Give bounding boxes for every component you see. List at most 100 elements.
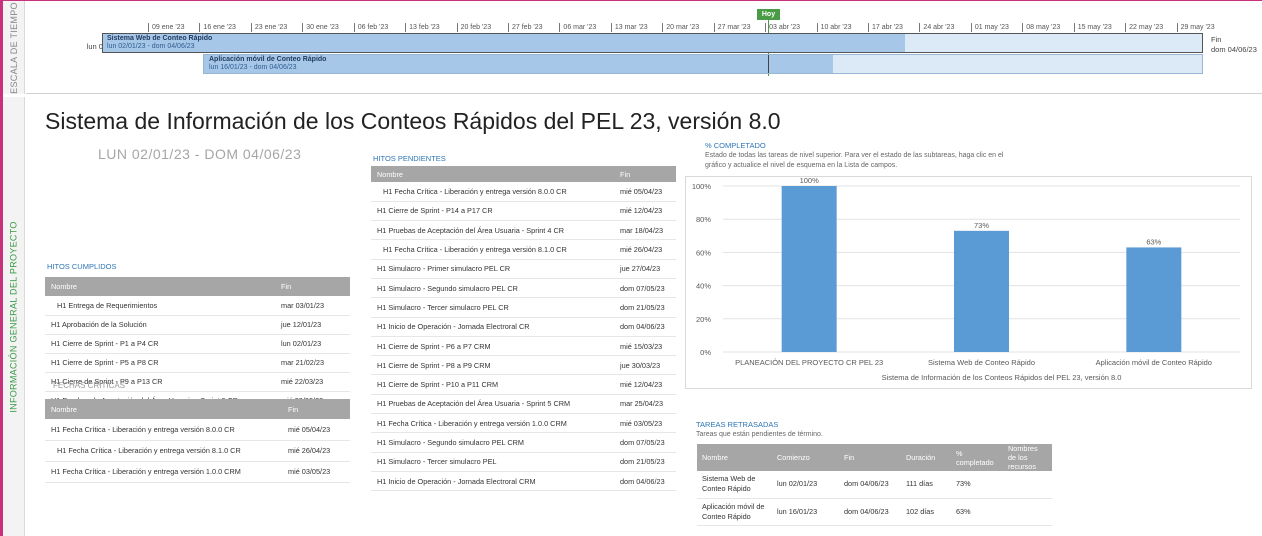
late-cell: 102 días — [901, 498, 951, 526]
today-marker: Hoy — [757, 9, 780, 20]
timeline-tick: 13 feb '23 — [405, 23, 440, 32]
pending-row[interactable]: H1 Pruebas de Aceptación del Área Usuari… — [371, 394, 676, 415]
pending-cell: H1 Simulacro - Tercer simulacro PEL — [371, 452, 614, 472]
late-cell: Sistema Web de Conteo Rápido — [697, 471, 772, 499]
timeline-end-date: dom 04/06/23 — [1211, 45, 1257, 54]
timeline-tick: 29 may '23 — [1176, 23, 1215, 32]
timeline-end: Fin dom 04/06/23 — [1211, 35, 1257, 55]
pending-row[interactable]: H1 Cierre de Sprint - P10 a P11 CRM mié 1… — [371, 374, 676, 395]
pending-cell: mar 25/04/23 — [614, 394, 676, 415]
completed-cell: mar 21/02/23 — [275, 353, 350, 373]
percent-chart[interactable]: 0% 20% 40% 60% 80% 100% 100% PLANEACIÓN DEL PRO… — [685, 176, 1252, 389]
chart-data-label: 100% — [800, 176, 820, 185]
pending-cell: H1 Inicio de Operación - Jornada Electro… — [371, 317, 614, 337]
pending-row[interactable]: H1 Inicio de Operación - Jornada Electro… — [371, 471, 676, 492]
late-desc: Tareas que están pendientes de término. — [696, 431, 823, 438]
percent-desc-2: gráfico y actualice el nivel de esquema … — [705, 162, 898, 169]
completed-table[interactable]: Nombre Fin H1 Entrega de Requerimientos m… — [45, 277, 350, 411]
pending-row[interactable]: H1 Simulacro - Segundo simulacro PEL CR d… — [371, 278, 676, 299]
timeline-tick: 06 feb '23 — [353, 23, 388, 32]
pending-table[interactable]: Nombre Fin H1 Fecha Crítica - Liberación… — [371, 166, 676, 492]
pending-cell: dom 07/05/23 — [614, 432, 676, 453]
timeline-tick: 20 mar '23 — [662, 23, 699, 32]
timeline-tick: 30 ene '23 — [302, 23, 339, 32]
late-col-end: Fin — [839, 444, 901, 471]
late-cell — [1003, 498, 1052, 526]
late-table[interactable]: Nombre Comienzo Fin Duración % completad… — [697, 444, 1052, 526]
completed-row[interactable]: H1 Aprobación de la Solución jue 12/01/23 — [45, 315, 350, 335]
timeline-tick: 09 ene '23 — [148, 23, 184, 32]
critical-col-end: Fin — [282, 399, 350, 419]
completed-row[interactable]: H1 Cierre de Sprint - P5 a P8 CR mar 21/0… — [45, 353, 350, 373]
chart-y-tick-label: 20% — [696, 315, 711, 324]
late-cell: lun 02/01/23 — [772, 471, 839, 499]
pending-col-end: Fin — [614, 166, 676, 182]
overview-side-label: INFORMACIÓN GENERAL DEL PROYECTO — [3, 97, 25, 536]
chart-bar — [781, 186, 837, 352]
completed-col-end: Fin — [275, 277, 350, 296]
timeline-tick: 27 feb '23 — [508, 23, 543, 32]
late-header-row: Nombre Comienzo Fin Duración % completad… — [697, 444, 1052, 471]
timeline-bar-web-title: Sistema Web de Conteo Rápido — [107, 35, 213, 42]
pending-row[interactable]: H1 Simulacro - Tercer simulacro PEL dom 2… — [371, 452, 676, 472]
pending-cell: H1 Simulacro - Segundo simulacro PEL CR — [371, 278, 614, 299]
pending-cell: H1 Pruebas de Aceptación del Área Usuari… — [371, 220, 614, 241]
timeline-tick: 15 may '23 — [1073, 23, 1112, 32]
timeline-bar-web[interactable]: Sistema Web de Conteo Rápido lun 02/01/2… — [102, 33, 1203, 53]
critical-label: FECHAS CRÍTICAS — [53, 381, 126, 390]
completed-cell: mar 03/01/23 — [275, 296, 350, 316]
chart-y-tick-label: 60% — [696, 248, 711, 257]
critical-header-row: Nombre Fin — [45, 399, 350, 419]
critical-table[interactable]: Nombre Fin H1 Fecha Crítica - Liberación… — [45, 399, 350, 483]
late-cell: dom 04/06/23 — [839, 498, 901, 526]
pending-row[interactable]: H1 Fecha Crítica - Liberación y entrega … — [371, 182, 676, 202]
completed-label: HITOS CUMPLIDOS — [47, 262, 117, 271]
chart-y-tick-label: 80% — [696, 215, 711, 224]
timeline[interactable]: Hoy 09 ene '23 16 ene '23 23 ene '23 30 ene… — [26, 1, 1262, 94]
pending-cell: dom 04/06/23 — [614, 317, 676, 337]
timeline-bar-web-progress — [103, 34, 906, 52]
timeline-bar-web-text: Sistema Web de Conteo Rápido lun 02/01/2… — [107, 35, 212, 51]
late-cell: Aplicación móvil de Conteo Rápido — [697, 498, 772, 526]
pending-cell: H1 Cierre de Sprint - P6 a P7 CRM — [371, 336, 614, 357]
critical-row[interactable]: H1 Fecha Crítica - Liberación y entrega … — [45, 419, 350, 441]
timeline-bar-mobile[interactable]: Aplicación móvil de Conteo Rápido lun 16… — [203, 54, 1203, 74]
critical-row[interactable]: H1 Fecha Crítica - Liberación y entrega … — [45, 461, 350, 483]
pending-cell: dom 04/06/23 — [614, 471, 676, 492]
completed-cell: H1 Cierre de Sprint - P5 a P8 CR — [45, 353, 275, 373]
chart-x-axis-label: Sistema de Información de los Conteos Rá… — [882, 373, 1122, 382]
pending-cell: mié 05/04/23 — [614, 182, 676, 202]
critical-row[interactable]: H1 Fecha Crítica - Liberación y entrega … — [45, 440, 350, 462]
pending-cell: mié 15/03/23 — [614, 336, 676, 357]
pending-row[interactable]: H1 Cierre de Sprint - P14 a P17 CR mié 12… — [371, 201, 676, 222]
late-row[interactable]: Aplicación móvil de Conteo Rápido lun 16/… — [697, 498, 1052, 526]
pending-cell: H1 Inicio de Operación - Jornada Electro… — [371, 471, 614, 492]
pending-cell: H1 Cierre de Sprint - P8 a P9 CRM — [371, 355, 614, 376]
pending-cell: H1 Simulacro - Tercer simulacro PEL CR — [371, 297, 614, 318]
chart-data-label: 63% — [1146, 237, 1161, 246]
critical-cell: mié 26/04/23 — [282, 440, 350, 462]
pending-row[interactable]: H1 Simulacro - Tercer simulacro PEL CR do… — [371, 297, 676, 318]
late-col-duration: Duración — [901, 444, 951, 471]
pending-cell: jue 30/03/23 — [614, 355, 676, 376]
pending-row[interactable]: H1 Cierre de Sprint - P8 a P9 CRM jue 30/… — [371, 355, 676, 376]
timeline-tick: 27 mar '23 — [713, 23, 751, 32]
pending-row[interactable]: H1 Simulacro - Segundo simulacro PEL CRM… — [371, 432, 676, 453]
critical-cell: H1 Fecha Crítica - Liberación y entrega … — [45, 419, 282, 441]
late-row[interactable]: Sistema Web de Conteo Rápido lun 02/01/23… — [697, 471, 1052, 499]
completed-row[interactable]: H1 Entrega de Requerimientos mar 03/01/23 — [45, 296, 350, 316]
pending-row[interactable]: H1 Fecha Crítica - Liberación y entrega … — [371, 239, 676, 260]
pending-row[interactable]: H1 Simulacro - Primer simulacro PEL CR ju… — [371, 259, 676, 279]
timeline-tick: 13 mar '23 — [610, 23, 648, 32]
chart-category-label: PLANEACIÓN DEL PROYECTO CR PEL 23 — [735, 358, 883, 367]
pending-cell: mié 26/04/23 — [614, 239, 676, 260]
late-cell: lun 16/01/23 — [772, 498, 839, 526]
timeline-tick: 22 may '23 — [1125, 23, 1163, 32]
pending-row[interactable]: H1 Inicio de Operación - Jornada Electro… — [371, 317, 676, 337]
pending-cell: H1 Fecha Crítica - Liberación y entrega … — [371, 182, 614, 202]
chart-y-tick-label: 40% — [696, 282, 711, 291]
pending-row[interactable]: H1 Pruebas de Aceptación del Área Usuari… — [371, 220, 676, 241]
pending-row[interactable]: H1 Cierre de Sprint - P6 a P7 CRM mié 15/… — [371, 336, 676, 357]
completed-row[interactable]: H1 Cierre de Sprint - P1 a P4 CR lun 02/0… — [45, 334, 350, 354]
pending-row[interactable]: H1 Fecha Crítica - Liberación y entrega … — [371, 413, 676, 434]
